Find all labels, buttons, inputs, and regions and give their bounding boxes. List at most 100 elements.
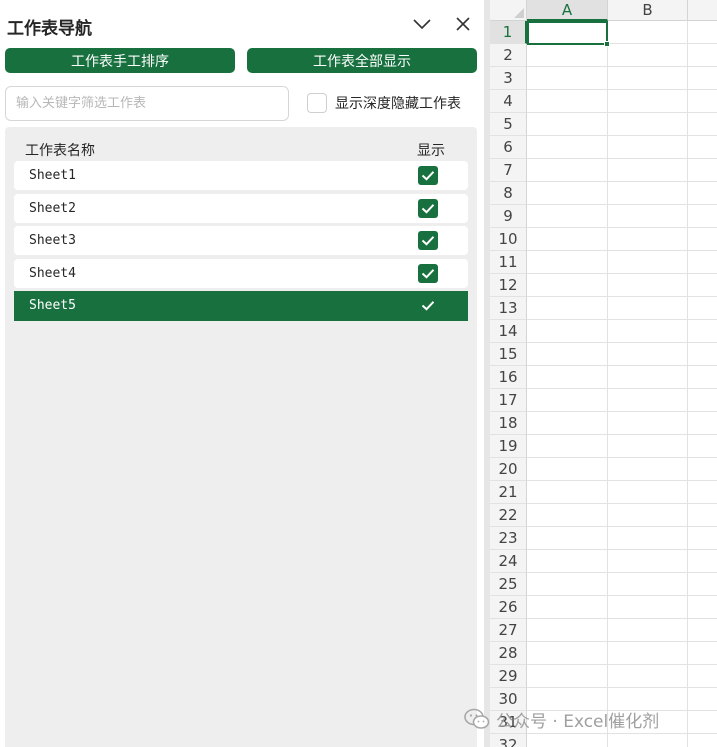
chevron-down-icon[interactable] bbox=[410, 12, 434, 36]
grid-cell[interactable] bbox=[527, 182, 608, 205]
grid-cell[interactable] bbox=[608, 481, 688, 504]
grid-cell[interactable] bbox=[688, 159, 717, 182]
grid-cell[interactable] bbox=[688, 389, 717, 412]
grid-cell[interactable] bbox=[527, 320, 608, 343]
grid-cell[interactable] bbox=[608, 205, 688, 228]
grid-cell[interactable] bbox=[688, 182, 717, 205]
close-icon[interactable] bbox=[451, 12, 475, 36]
grid-cell[interactable] bbox=[527, 136, 608, 159]
grid-cell[interactable] bbox=[608, 182, 688, 205]
row-header[interactable]: 22 bbox=[490, 504, 527, 527]
grid-cell[interactable] bbox=[527, 251, 608, 274]
row-header[interactable]: 14 bbox=[490, 320, 527, 343]
grid-cell[interactable] bbox=[527, 527, 608, 550]
grid-cell[interactable] bbox=[688, 366, 717, 389]
column-header-a[interactable]: A bbox=[527, 0, 608, 21]
row-header[interactable]: 4 bbox=[490, 90, 527, 113]
grid-cell[interactable] bbox=[527, 504, 608, 527]
column-header-b[interactable]: B bbox=[608, 0, 688, 21]
grid-cell[interactable] bbox=[688, 435, 717, 458]
grid-cell[interactable] bbox=[608, 504, 688, 527]
grid-cell[interactable] bbox=[688, 527, 717, 550]
grid-cell[interactable] bbox=[527, 228, 608, 251]
grid-cell[interactable] bbox=[688, 619, 717, 642]
grid-cell[interactable] bbox=[688, 113, 717, 136]
checkmark-icon[interactable] bbox=[418, 166, 438, 185]
grid-cell[interactable] bbox=[688, 67, 717, 90]
grid-cell[interactable] bbox=[688, 596, 717, 619]
fill-handle[interactable] bbox=[604, 41, 610, 47]
row-header[interactable]: 26 bbox=[490, 596, 527, 619]
grid-cell[interactable] bbox=[527, 297, 608, 320]
show-all-button[interactable]: 工作表全部显示 bbox=[247, 48, 477, 73]
grid-cell[interactable] bbox=[688, 228, 717, 251]
grid-cell[interactable] bbox=[688, 343, 717, 366]
grid-cell[interactable] bbox=[608, 136, 688, 159]
manual-sort-button[interactable]: 工作表手工排序 bbox=[5, 48, 235, 73]
grid-cell[interactable] bbox=[527, 550, 608, 573]
row-header[interactable]: 2 bbox=[490, 44, 527, 67]
grid-cell[interactable] bbox=[608, 550, 688, 573]
grid-cell[interactable] bbox=[688, 665, 717, 688]
row-header[interactable]: 27 bbox=[490, 619, 527, 642]
grid-cell[interactable] bbox=[688, 642, 717, 665]
grid-cell[interactable] bbox=[608, 21, 688, 44]
grid-cell[interactable] bbox=[527, 458, 608, 481]
grid-cell[interactable] bbox=[608, 113, 688, 136]
grid-cell[interactable] bbox=[688, 711, 717, 734]
grid-cell[interactable] bbox=[688, 90, 717, 113]
grid-cell[interactable] bbox=[688, 136, 717, 159]
checkmark-icon[interactable] bbox=[418, 199, 438, 218]
grid-cell[interactable] bbox=[527, 366, 608, 389]
grid-cell[interactable] bbox=[688, 21, 717, 44]
column-header-c[interactable] bbox=[688, 0, 717, 21]
row-header[interactable]: 18 bbox=[490, 412, 527, 435]
grid-cell[interactable] bbox=[608, 619, 688, 642]
grid-cell[interactable] bbox=[608, 389, 688, 412]
grid-cell[interactable] bbox=[527, 619, 608, 642]
row-header[interactable]: 7 bbox=[490, 159, 527, 182]
row-header[interactable]: 21 bbox=[490, 481, 527, 504]
grid-cell[interactable] bbox=[688, 734, 717, 747]
grid-cell[interactable] bbox=[527, 159, 608, 182]
row-header[interactable]: 20 bbox=[490, 458, 527, 481]
grid-cell[interactable] bbox=[527, 389, 608, 412]
grid-cell[interactable] bbox=[688, 550, 717, 573]
row-header[interactable]: 8 bbox=[490, 182, 527, 205]
grid-cell[interactable] bbox=[608, 366, 688, 389]
grid-cell[interactable] bbox=[608, 458, 688, 481]
grid-cell[interactable] bbox=[688, 504, 717, 527]
row-header[interactable]: 25 bbox=[490, 573, 527, 596]
grid-cell[interactable] bbox=[527, 21, 608, 44]
grid-cell[interactable] bbox=[527, 343, 608, 366]
grid-cell[interactable] bbox=[527, 435, 608, 458]
grid-cell[interactable] bbox=[608, 343, 688, 366]
grid-cell[interactable] bbox=[688, 274, 717, 297]
grid-cell[interactable] bbox=[608, 642, 688, 665]
row-header[interactable]: 11 bbox=[490, 251, 527, 274]
grid-cell[interactable] bbox=[688, 573, 717, 596]
grid-cell[interactable] bbox=[608, 573, 688, 596]
row-header[interactable]: 16 bbox=[490, 366, 527, 389]
sheet-row[interactable]: Sheet2 bbox=[14, 194, 468, 223]
grid-cell[interactable] bbox=[527, 734, 608, 747]
grid-cell[interactable] bbox=[527, 205, 608, 228]
row-header[interactable]: 17 bbox=[490, 389, 527, 412]
grid-cell[interactable] bbox=[608, 596, 688, 619]
grid-cell[interactable] bbox=[608, 90, 688, 113]
grid-cell[interactable] bbox=[688, 688, 717, 711]
grid-cell[interactable] bbox=[608, 44, 688, 67]
grid-cell[interactable] bbox=[527, 481, 608, 504]
grid-cell[interactable] bbox=[608, 297, 688, 320]
row-header[interactable]: 32 bbox=[490, 734, 527, 747]
grid-cell[interactable] bbox=[608, 412, 688, 435]
grid-cell[interactable] bbox=[527, 412, 608, 435]
select-all-corner[interactable] bbox=[490, 0, 527, 21]
row-header[interactable]: 19 bbox=[490, 435, 527, 458]
grid-cell[interactable] bbox=[527, 665, 608, 688]
grid-cell[interactable] bbox=[688, 412, 717, 435]
grid-cell[interactable] bbox=[527, 44, 608, 67]
grid-cell[interactable] bbox=[688, 297, 717, 320]
grid-cell[interactable] bbox=[608, 159, 688, 182]
sheet-row-selected[interactable]: Sheet5 bbox=[14, 291, 468, 321]
